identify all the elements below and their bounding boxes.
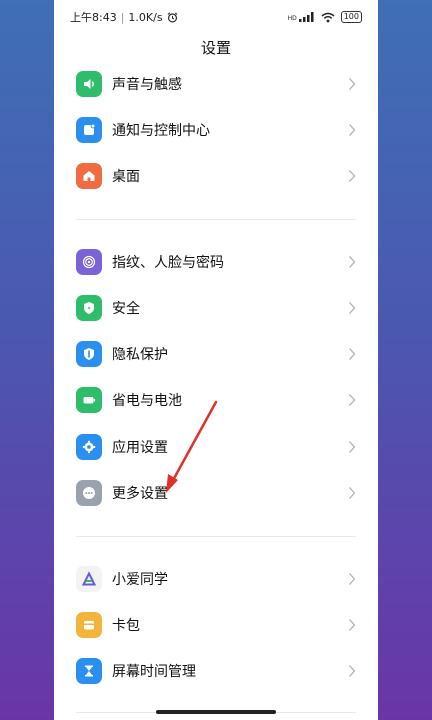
settings-item-wallet[interactable]: 卡包 [54, 605, 378, 645]
settings-item-label: 声音与触感 [112, 77, 182, 93]
chevron-right-icon [348, 170, 356, 182]
wallet-icon [76, 612, 102, 638]
settings-item-label: 通知与控制中心 [112, 123, 210, 139]
settings-item-assistant[interactable]: 小爱同学 [54, 559, 378, 599]
settings-item-label: 屏幕时间管理 [112, 664, 196, 680]
privacy-icon [76, 341, 102, 367]
page-title: 设置 [200, 39, 231, 57]
chevron-right-icon [348, 124, 356, 136]
settings-item-label: 桌面 [112, 169, 140, 185]
status-separator: | [120, 10, 125, 24]
settings-screen: 上午8:43 | 1.0K/s HD 100 设置 声音与触感 通知与控制中心 … [54, 0, 378, 720]
home-indicator[interactable] [156, 710, 276, 714]
fingerprint-icon [76, 249, 102, 275]
chevron-right-icon [348, 256, 356, 268]
notification-icon [76, 117, 102, 143]
settings-item-desktop[interactable]: 桌面 [54, 156, 378, 196]
settings-item-screen-time[interactable]: 屏幕时间管理 [54, 651, 378, 691]
assistant-icon [76, 566, 102, 592]
network-speed: 1.0K/s [128, 10, 163, 24]
settings-item-label: 更多设置 [112, 486, 168, 502]
alarm-icon [167, 11, 178, 22]
chevron-right-icon [348, 302, 356, 314]
hourglass-icon [76, 658, 102, 684]
sound-icon [76, 71, 102, 97]
settings-item-notifications[interactable]: 通知与控制中心 [54, 110, 378, 150]
shield-icon [76, 295, 102, 321]
battery-icon [76, 387, 102, 413]
chevron-right-icon [348, 441, 356, 453]
settings-item-sound[interactable]: 声音与触感 [54, 64, 378, 104]
chevron-right-icon [348, 394, 356, 406]
home-icon [76, 163, 102, 189]
battery-indicator: 100 [340, 11, 362, 23]
status-bar: 上午8:43 | 1.0K/s HD 100 [54, 0, 378, 34]
section-divider [76, 536, 356, 537]
status-right: HD 100 [288, 11, 362, 23]
settings-item-label: 指纹、人脸与密码 [112, 255, 224, 271]
section-divider [76, 219, 356, 220]
status-left: 上午8:43 | 1.0K/s [70, 9, 178, 25]
settings-item-label: 卡包 [112, 618, 140, 634]
chevron-right-icon [348, 348, 356, 360]
chevron-right-icon [348, 78, 356, 90]
status-time: 上午8:43 [70, 11, 117, 24]
signal-hd-label: HD [287, 15, 297, 22]
signal-icon: HD [288, 12, 315, 22]
settings-item-label: 隐私保护 [112, 347, 168, 363]
chevron-right-icon [348, 487, 356, 499]
settings-item-security[interactable]: 安全 [54, 288, 378, 328]
settings-item-battery[interactable]: 省电与电池 [54, 380, 378, 420]
settings-item-label: 应用设置 [112, 440, 168, 456]
more-icon [76, 480, 102, 506]
settings-item-label: 省电与电池 [112, 393, 182, 409]
gear-icon [76, 434, 102, 460]
settings-item-privacy[interactable]: 隐私保护 [54, 334, 378, 374]
settings-item-apps[interactable]: 应用设置 [54, 427, 378, 467]
chevron-right-icon [348, 619, 356, 631]
chevron-right-icon [348, 665, 356, 677]
settings-item-label: 安全 [112, 301, 140, 317]
settings-item-more[interactable]: 更多设置 [54, 473, 378, 513]
settings-item-label: 小爱同学 [112, 572, 168, 588]
chevron-right-icon [348, 573, 356, 585]
settings-item-fingerprint[interactable]: 指纹、人脸与密码 [54, 242, 378, 282]
wifi-icon [321, 12, 335, 22]
